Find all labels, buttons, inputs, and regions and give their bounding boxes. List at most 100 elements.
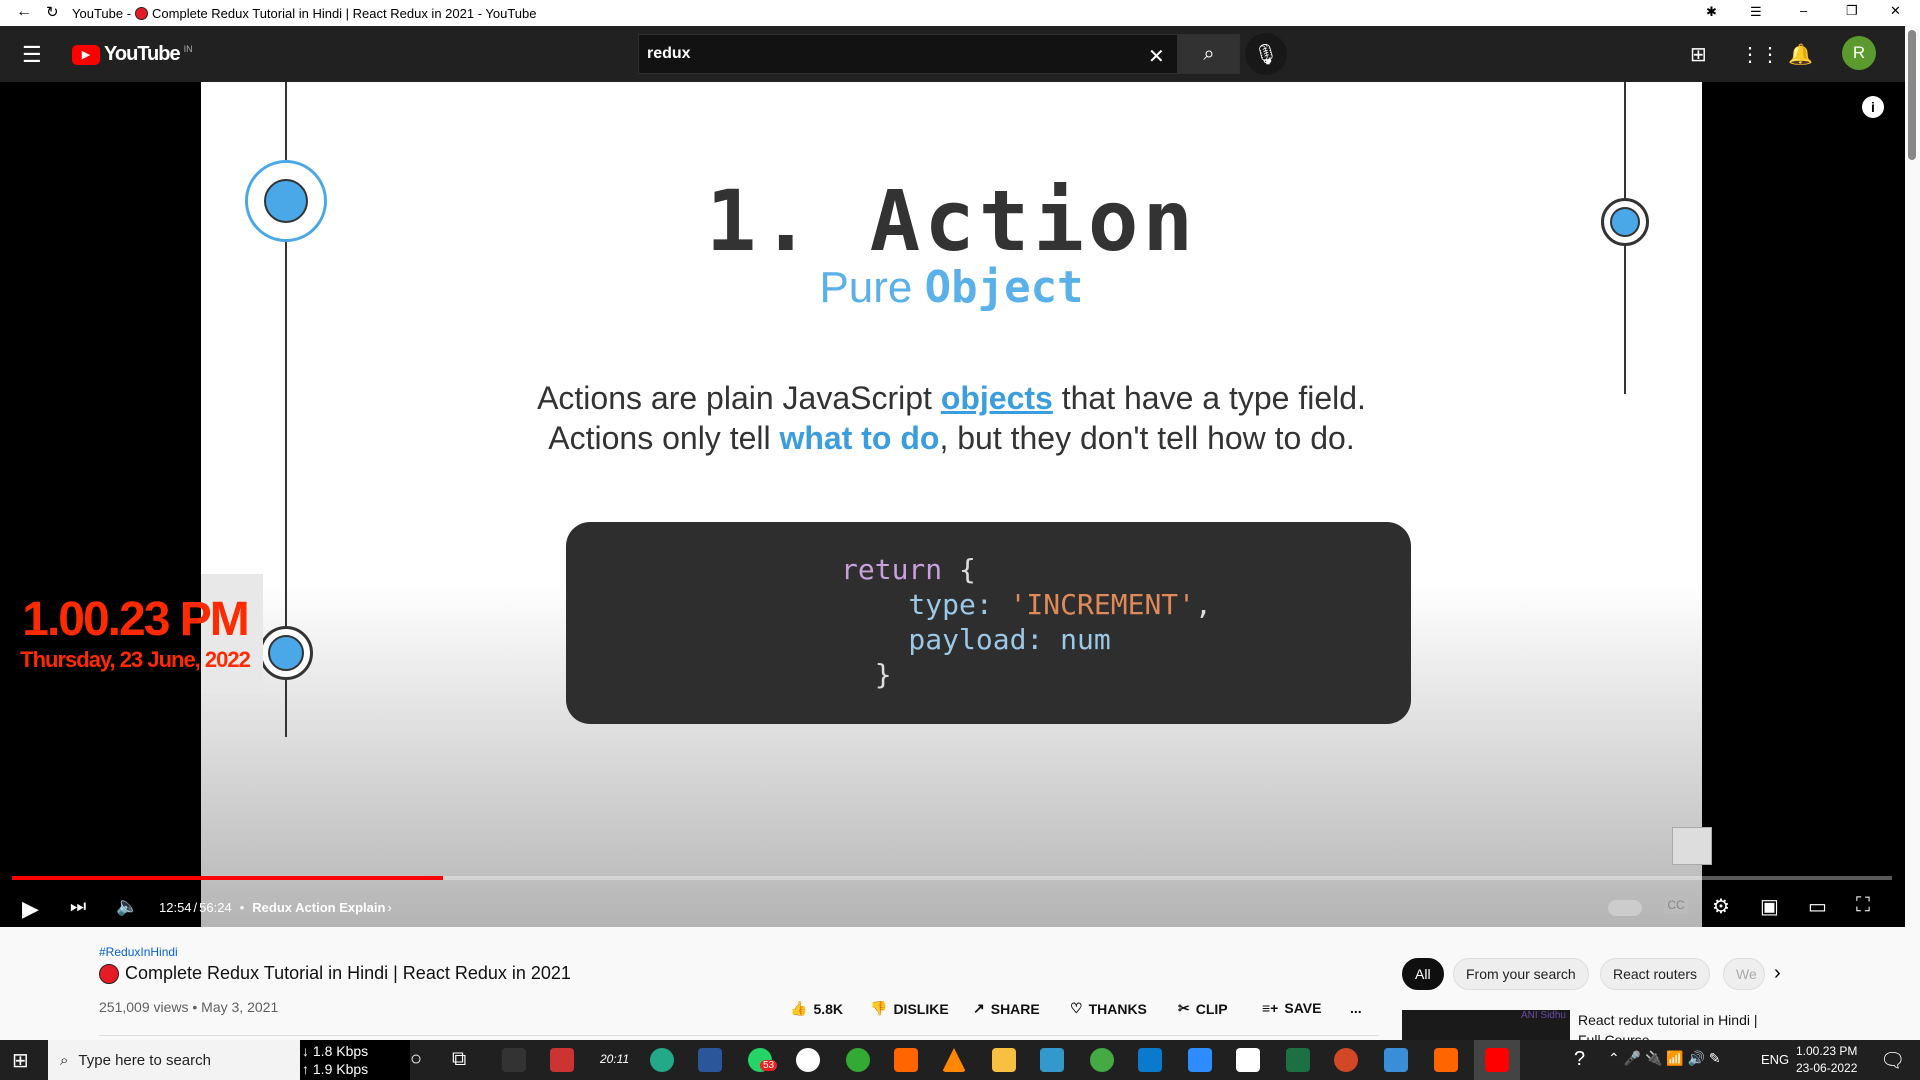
channel-watermark[interactable] [1672, 827, 1712, 865]
notification-center-icon[interactable]: 🗨 [1880, 1048, 1905, 1073]
fullscreen-icon[interactable]: ⛶ [1856, 894, 1870, 917]
dislike-button[interactable]: 👎 DISLIKE [870, 1000, 949, 1017]
voice-search-button[interactable]: 🎙 [1245, 33, 1287, 75]
search-icon: ⌕ [1203, 42, 1215, 65]
autoplay-toggle[interactable] [1608, 900, 1642, 916]
youtube-logo[interactable]: ▶ YouTube IN [72, 43, 193, 66]
network-speed: ↓ 1.8 Kbps ↑ 1.9 Kbps [300, 1040, 410, 1080]
brave-icon[interactable] [894, 1048, 918, 1072]
chapter-button[interactable]: Redux Action Explain [252, 900, 385, 915]
captions-icon[interactable]: CC [1664, 896, 1688, 914]
cortana-icon[interactable]: ○ [410, 1048, 422, 1071]
app-icon[interactable] [1236, 1048, 1260, 1072]
red-circle-icon [99, 963, 119, 984]
snip-icon[interactable] [550, 1048, 574, 1072]
clock-overlay: 1.00.23 PM Thursday, 23 June, 2022 [0, 592, 270, 673]
youtube-app-active[interactable] [1474, 1040, 1520, 1080]
system-clock[interactable]: 1.00.23 PM 23-06-2022 [1796, 1043, 1857, 1077]
related-thumbnail[interactable]: ANI Sidhu [1402, 1010, 1570, 1040]
close-icon[interactable]: ✕ [1890, 3, 1901, 19]
chrome-r-icon[interactable] [1090, 1048, 1114, 1072]
clear-search-icon[interactable]: ✕ [1148, 44, 1165, 69]
avatar[interactable]: R [1842, 36, 1876, 70]
mic-icon: 🎙 [1253, 43, 1279, 66]
overlay-time: 1.00.23 PM [22, 593, 249, 646]
save-playlist-icon: ≡+ [1262, 1000, 1279, 1016]
tab-title-rest: Complete Redux Tutorial in Hindi | React… [152, 6, 537, 21]
language-indicator[interactable]: ENG [1761, 1052, 1789, 1067]
video-meta: 251,009 views • May 3, 2021 [99, 999, 279, 1015]
apps-grid-icon[interactable]: ⋮⋮ [1740, 42, 1780, 67]
settings-gear-icon[interactable]: ⚙ [1712, 894, 1730, 919]
chip-partial[interactable]: We [1723, 958, 1765, 990]
chrome-icon[interactable] [650, 1048, 674, 1072]
chip-from-your-search[interactable]: From your search [1453, 958, 1589, 990]
extensions-icon[interactable]: ✱ [1706, 4, 1717, 20]
zoom-icon[interactable] [1188, 1048, 1212, 1072]
scissors-icon: ✂ [1178, 1000, 1190, 1016]
windows-start-icon[interactable]: ⊞ [12, 1048, 29, 1073]
code-block: return { type: 'INCREMENT', payload: num… [566, 522, 1411, 724]
chip-react-routers[interactable]: React routers [1600, 958, 1711, 990]
chip-all[interactable]: All [1402, 958, 1444, 990]
play-logo-icon: ▶ [72, 44, 100, 65]
slide-line-2: Actions only tell what to do, but they d… [548, 420, 1355, 456]
taskbar-search[interactable]: ⌕ Type here to search [48, 1040, 300, 1080]
menu-icon[interactable]: ☰ [1750, 4, 1762, 20]
vlc-icon[interactable] [942, 1048, 966, 1072]
video-player[interactable]: 1. Action Pure Object Actions are plain … [0, 82, 1905, 927]
player-controls: ▶ ⏭ 🔈 12:54 / 56:24 • Redux Action Explai… [0, 888, 1905, 927]
hamburger-icon[interactable]: ☰ [22, 42, 42, 68]
tray-icons[interactable]: ⌃ 🎤 🔌 📶 🔊 ✎ [1608, 1050, 1721, 1067]
thanks-icon: ♡ [1070, 1000, 1083, 1016]
search-input[interactable]: redux [638, 34, 1178, 74]
share-button[interactable]: ↗ SHARE [973, 1000, 1040, 1017]
excel-icon[interactable] [1286, 1048, 1310, 1072]
chevron-right-icon[interactable]: › [1774, 962, 1781, 985]
search-button[interactable]: ⌕ [1178, 34, 1240, 74]
create-video-icon[interactable]: ⊞ [1690, 42, 1707, 67]
logo-text: YouTube [104, 43, 181, 65]
brave-app-icon[interactable] [1434, 1048, 1458, 1072]
reload-icon[interactable]: ↻ [46, 3, 59, 21]
red-circle-icon [135, 7, 149, 20]
slack-icon[interactable] [796, 1048, 820, 1072]
video-frame: 1. Action Pure Object Actions are plain … [201, 82, 1712, 927]
time-display: 12:54 / 56:24 • Redux Action Explain › [159, 900, 392, 915]
region-label: IN [183, 43, 193, 54]
back-icon[interactable]: ← [16, 3, 32, 21]
clip-button[interactable]: ✂ CLIP [1178, 1000, 1228, 1017]
media-player-icon[interactable] [1384, 1048, 1408, 1072]
volume-icon[interactable]: 🔈 [116, 896, 138, 917]
hashtag-link[interactable]: #ReduxInHindi [99, 945, 178, 959]
thanks-button[interactable]: ♡ THANKS [1070, 1000, 1147, 1017]
restore-icon[interactable]: ❐ [1846, 3, 1858, 19]
play-icon[interactable]: ▶ [22, 896, 39, 922]
minimize-icon[interactable]: – [1800, 3, 1807, 18]
help-icon[interactable]: ? [1574, 1048, 1585, 1071]
word-icon[interactable] [698, 1048, 722, 1072]
slide-line-1: Actions are plain JavaScript objects tha… [537, 380, 1366, 416]
save-button[interactable]: ≡+ SAVE [1262, 1000, 1321, 1016]
thumbs-up-icon: 👍 [790, 1000, 808, 1016]
like-button[interactable]: 👍 5.8K [790, 1000, 843, 1017]
progress-bar[interactable] [12, 876, 1892, 880]
search-icon: ⌕ [60, 1051, 69, 1069]
task-view-icon[interactable]: ⧉ [452, 1048, 466, 1071]
info-icon[interactable]: i [1862, 96, 1884, 118]
video-title: Complete Redux Tutorial in Hindi | React… [99, 963, 571, 984]
notifications-bell-icon[interactable]: 🔔 [1788, 42, 1813, 67]
powerpoint-icon[interactable] [1334, 1048, 1358, 1072]
vscode-icon[interactable] [1138, 1048, 1162, 1072]
chrome-profile-icon[interactable] [846, 1048, 870, 1072]
tab-title: YouTube - [72, 6, 132, 21]
file-explorer-icon[interactable] [992, 1048, 1016, 1072]
page-scrollbar[interactable] [1908, 30, 1916, 160]
more-actions-button[interactable]: ... [1350, 1000, 1362, 1016]
photos-icon[interactable] [1040, 1048, 1064, 1072]
theater-mode-icon[interactable]: ▭ [1808, 894, 1827, 919]
clock-widget[interactable]: 20:11 [600, 1052, 629, 1066]
obs-icon[interactable] [502, 1048, 526, 1072]
miniplayer-icon[interactable]: ▣ [1760, 894, 1779, 919]
next-icon[interactable]: ⏭ [70, 896, 86, 917]
